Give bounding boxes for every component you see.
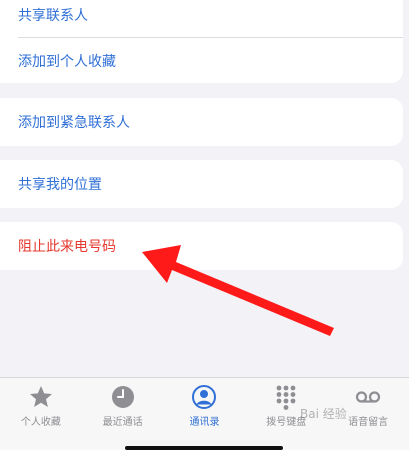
watermark: Bai 经验 <box>300 407 347 421</box>
star-icon <box>29 386 52 407</box>
location-group: 共享我的位置 <box>0 160 403 208</box>
keypad-icon <box>276 385 296 410</box>
voicemail-icon <box>355 391 381 403</box>
tab-label: 语音留言 <box>348 417 389 428</box>
contact-actions-group: 共享联系人 添加到个人收藏 <box>0 0 403 83</box>
person-circle-icon <box>192 385 217 409</box>
block-this-caller-button[interactable]: 阻止此来电号码 <box>0 222 403 270</box>
emergency-group: 添加到紧急联系人 <box>0 98 403 146</box>
tab-bar: 个人收藏 最近通话 通讯录 拨号键盘 语音留言 <box>0 377 409 450</box>
tab-contacts[interactable]: 通讯录 <box>164 378 246 450</box>
clock-icon <box>111 386 134 408</box>
home-indicator <box>125 446 283 450</box>
add-to-favorites-button[interactable]: 添加到个人收藏 <box>0 38 403 83</box>
tab-favorites[interactable]: 个人收藏 <box>0 378 82 450</box>
add-to-emergency-contacts-button[interactable]: 添加到紧急联系人 <box>0 98 403 146</box>
share-my-location-button[interactable]: 共享我的位置 <box>0 160 403 208</box>
tab-label: 个人收藏 <box>20 417 61 428</box>
block-group: 阻止此来电号码 <box>0 222 403 270</box>
tab-label: 最近通话 <box>102 417 143 428</box>
tab-recents[interactable]: 最近通话 <box>82 378 164 450</box>
tab-label: 通讯录 <box>189 417 220 428</box>
share-contact-button[interactable]: 共享联系人 <box>0 0 403 37</box>
